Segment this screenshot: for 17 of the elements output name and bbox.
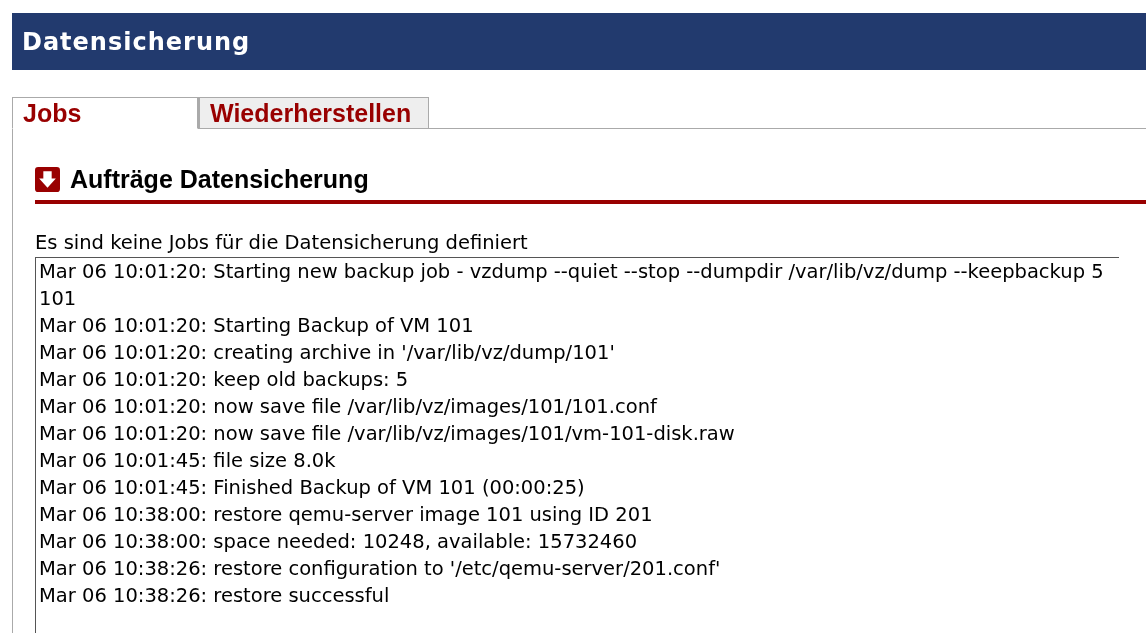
log-line: Mar 06 10:01:20: keep old backups: 5 xyxy=(39,367,410,393)
log-line: Mar 06 10:38:00: space needed: 10248, available: 15732460 xyxy=(39,529,639,555)
log-line: Mar 06 10:38:26: restore successful xyxy=(39,583,391,609)
log-line: Mar 06 10:01:45: file size 8.0k xyxy=(39,448,337,474)
tab[interactable]: Jobs xyxy=(12,97,198,129)
section-title: Aufträge Datensicherung xyxy=(70,165,369,194)
tab[interactable]: Wiederherstellen xyxy=(198,97,429,129)
log-line: Mar 06 10:01:20: Starting Backup of VM 101 xyxy=(39,313,475,339)
log-line: Mar 06 10:38:00: restore qemu-server image 101 using ID 201 xyxy=(39,502,654,528)
log-line: Mar 06 10:01:20: Starting new backup job - vzdump --quiet --stop --dumpdir /var/lib/vz/dump --keepbackup 5 101 xyxy=(39,259,1105,312)
log-line: Mar 06 10:01:20: now save file /var/lib/vz/images/101/vm-101-disk.raw xyxy=(39,421,736,447)
log-line: Mar 06 10:01:20: creating archive in '/var/lib/vz/dump/101' xyxy=(39,340,616,366)
info-message: Es sind keine Jobs für die Datensicherung definiert xyxy=(35,231,529,255)
log-line: Mar 06 10:01:20: now save file /var/lib/vz/images/101/101.conf xyxy=(39,394,659,420)
log-line: Mar 06 10:01:45: Finished Backup of VM 101 (00:00:25) xyxy=(39,475,586,501)
page-title: Datensicherung xyxy=(22,27,251,56)
log-line: Mar 06 10:38:26: restore configuration to '/etc/qemu-server/201.conf' xyxy=(39,556,722,582)
